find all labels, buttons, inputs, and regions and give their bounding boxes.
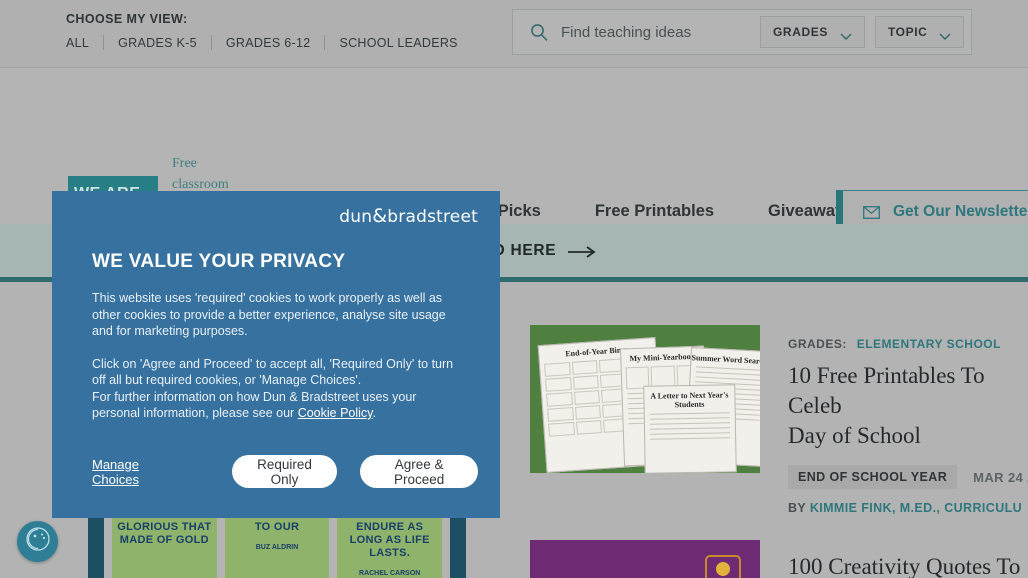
article-title[interactable]: 10 Free Printables To Celeb Day of Schoo…	[788, 361, 1028, 451]
byline-prefix: BY	[788, 501, 810, 515]
chevron-down-icon	[840, 29, 852, 40]
quote-card-text: ENDURE AS LONG AS LIFE LASTS.	[349, 521, 430, 559]
view-link-school-leaders[interactable]: SCHOOL LEADERS	[325, 36, 471, 50]
get-newsletter-label: Get Our Newsletter	[893, 203, 1028, 220]
view-link-grades-6-12[interactable]: GRADES 6-12	[212, 36, 325, 50]
required-only-button[interactable]: Required Only	[231, 455, 338, 488]
article-meta: END OF SCHOOL YEAR MAR 24 /	[788, 465, 1028, 489]
article-title[interactable]: 100 Creativity Quotes To S	[788, 552, 1028, 578]
article-body: 100 Creativity Quotes To S CREATIVE CLAS…	[788, 540, 1028, 578]
envelope-icon	[863, 205, 880, 219]
arrow-right-icon	[568, 245, 596, 258]
top-utility-bar: CHOOSE MY VIEW: ALL GRADES K-5 GRADES 6-…	[0, 0, 1028, 68]
quote-card-author: RACHEL CARSON	[359, 570, 421, 577]
topic-filter-label: TOPIC	[887, 25, 928, 39]
consent-heading: WE VALUE YOUR PRIVACY	[92, 251, 346, 272]
grades-filter-label: GRADES	[773, 25, 828, 39]
quote-graphic: True creativity often starts	[530, 540, 760, 578]
search-bar[interactable]: GRADES TOPIC	[512, 9, 972, 55]
quote-card[interactable]: TO OUR BUZ ALDRIN	[224, 515, 330, 578]
quote-card-edge	[450, 515, 466, 578]
article-title-line2: Day of School	[788, 423, 921, 448]
grades-key: GRADES:	[788, 337, 847, 351]
article-title-line1: 10 Free Printables To Celeb	[788, 363, 985, 418]
choose-my-view-label: CHOOSE MY VIEW:	[66, 12, 188, 26]
quote-card-author: BUZ ALDRIN	[255, 544, 299, 551]
palette-icon	[705, 555, 741, 578]
cookie-icon	[25, 526, 51, 557]
search-icon	[529, 22, 549, 42]
consent-paragraph-2: Click on 'Agree and Proceed' to accept a…	[92, 356, 464, 422]
quote-card-strip: GLORIOUS THAT MADE OF GOLD TO OUR BUZ AL…	[88, 515, 466, 578]
printable-title: A Letter to Next Year's Students	[650, 390, 729, 410]
cookie-settings-widget[interactable]	[17, 521, 58, 562]
page-lines	[649, 412, 731, 440]
article-date: MAR 24 /	[973, 469, 1028, 485]
view-link-all[interactable]: ALL	[66, 36, 103, 50]
page-root: CHOOSE MY VIEW: ALL GRADES K-5 GRADES 6-…	[0, 0, 1028, 578]
article-grades: GRADES: ELEMENTARY SCHOOL	[788, 337, 1028, 351]
quote-card-edge	[88, 515, 104, 578]
dun-bradstreet-logo: dun&bradstreet	[339, 205, 478, 227]
quote-card-text: GLORIOUS THAT MADE OF GOLD	[117, 521, 212, 546]
brand-right: bradstreet	[387, 207, 478, 227]
printable-title: Summer Word Search	[691, 353, 760, 367]
brand-left: dun	[339, 207, 373, 227]
choose-my-view: CHOOSE MY VIEW: ALL GRADES K-5 GRADES 6-…	[66, 12, 472, 50]
byline-author[interactable]: KIMMIE FINK, M.ED., CURRICULU	[810, 501, 1022, 515]
consent-paragraph-2-end: .	[372, 406, 376, 420]
cookie-policy-link[interactable]: Cookie Policy	[298, 406, 373, 420]
chevron-down-icon	[939, 29, 951, 40]
consent-paragraph-2a: Click on 'Agree and Proceed' to accept a…	[92, 356, 454, 388]
topic-filter-dropdown[interactable]: TOPIC	[874, 16, 965, 48]
grades-value[interactable]: ELEMENTARY SCHOOL	[857, 337, 1001, 351]
article-thumbnail[interactable]: End-of-Year Bingo My Mini-Yearbook Summe…	[530, 325, 760, 473]
consent-actions: Manage Choices Required Only Agree & Pro…	[92, 455, 478, 488]
nav-item-free-printables[interactable]: Free Printables	[595, 202, 714, 221]
quote-card[interactable]: ENDURE AS LONG AS LIFE LASTS. RACHEL CAR…	[337, 515, 443, 578]
manage-choices-link[interactable]: Manage Choices	[92, 457, 166, 487]
quote-card[interactable]: GLORIOUS THAT MADE OF GOLD	[112, 515, 217, 578]
grades-filter-dropdown[interactable]: GRADES	[760, 16, 865, 48]
consent-body: This website uses 'required' cookies to …	[92, 290, 464, 422]
article-body: GRADES: ELEMENTARY SCHOOL 10 Free Printa…	[788, 325, 1028, 515]
article-byline: BY KIMMIE FINK, M.ED., CURRICULU	[788, 501, 1028, 515]
cookie-consent-dialog: dun&bradstreet WE VALUE YOUR PRIVACY Thi…	[52, 191, 500, 518]
view-links: ALL GRADES K-5 GRADES 6-12 SCHOOL LEADER…	[66, 35, 472, 50]
agree-and-proceed-button[interactable]: Agree & Proceed	[360, 455, 478, 488]
brand-ampersand: &	[372, 205, 388, 227]
category-tag[interactable]: END OF SCHOOL YEAR	[788, 465, 958, 489]
article-thumbnail[interactable]: True creativity often starts	[530, 540, 760, 578]
printable-page: A Letter to Next Year's Students	[643, 384, 737, 473]
consent-paragraph-1: This website uses 'required' cookies to …	[92, 291, 446, 338]
search-input[interactable]	[561, 23, 760, 41]
view-link-grades-k5[interactable]: GRADES K-5	[104, 36, 211, 50]
